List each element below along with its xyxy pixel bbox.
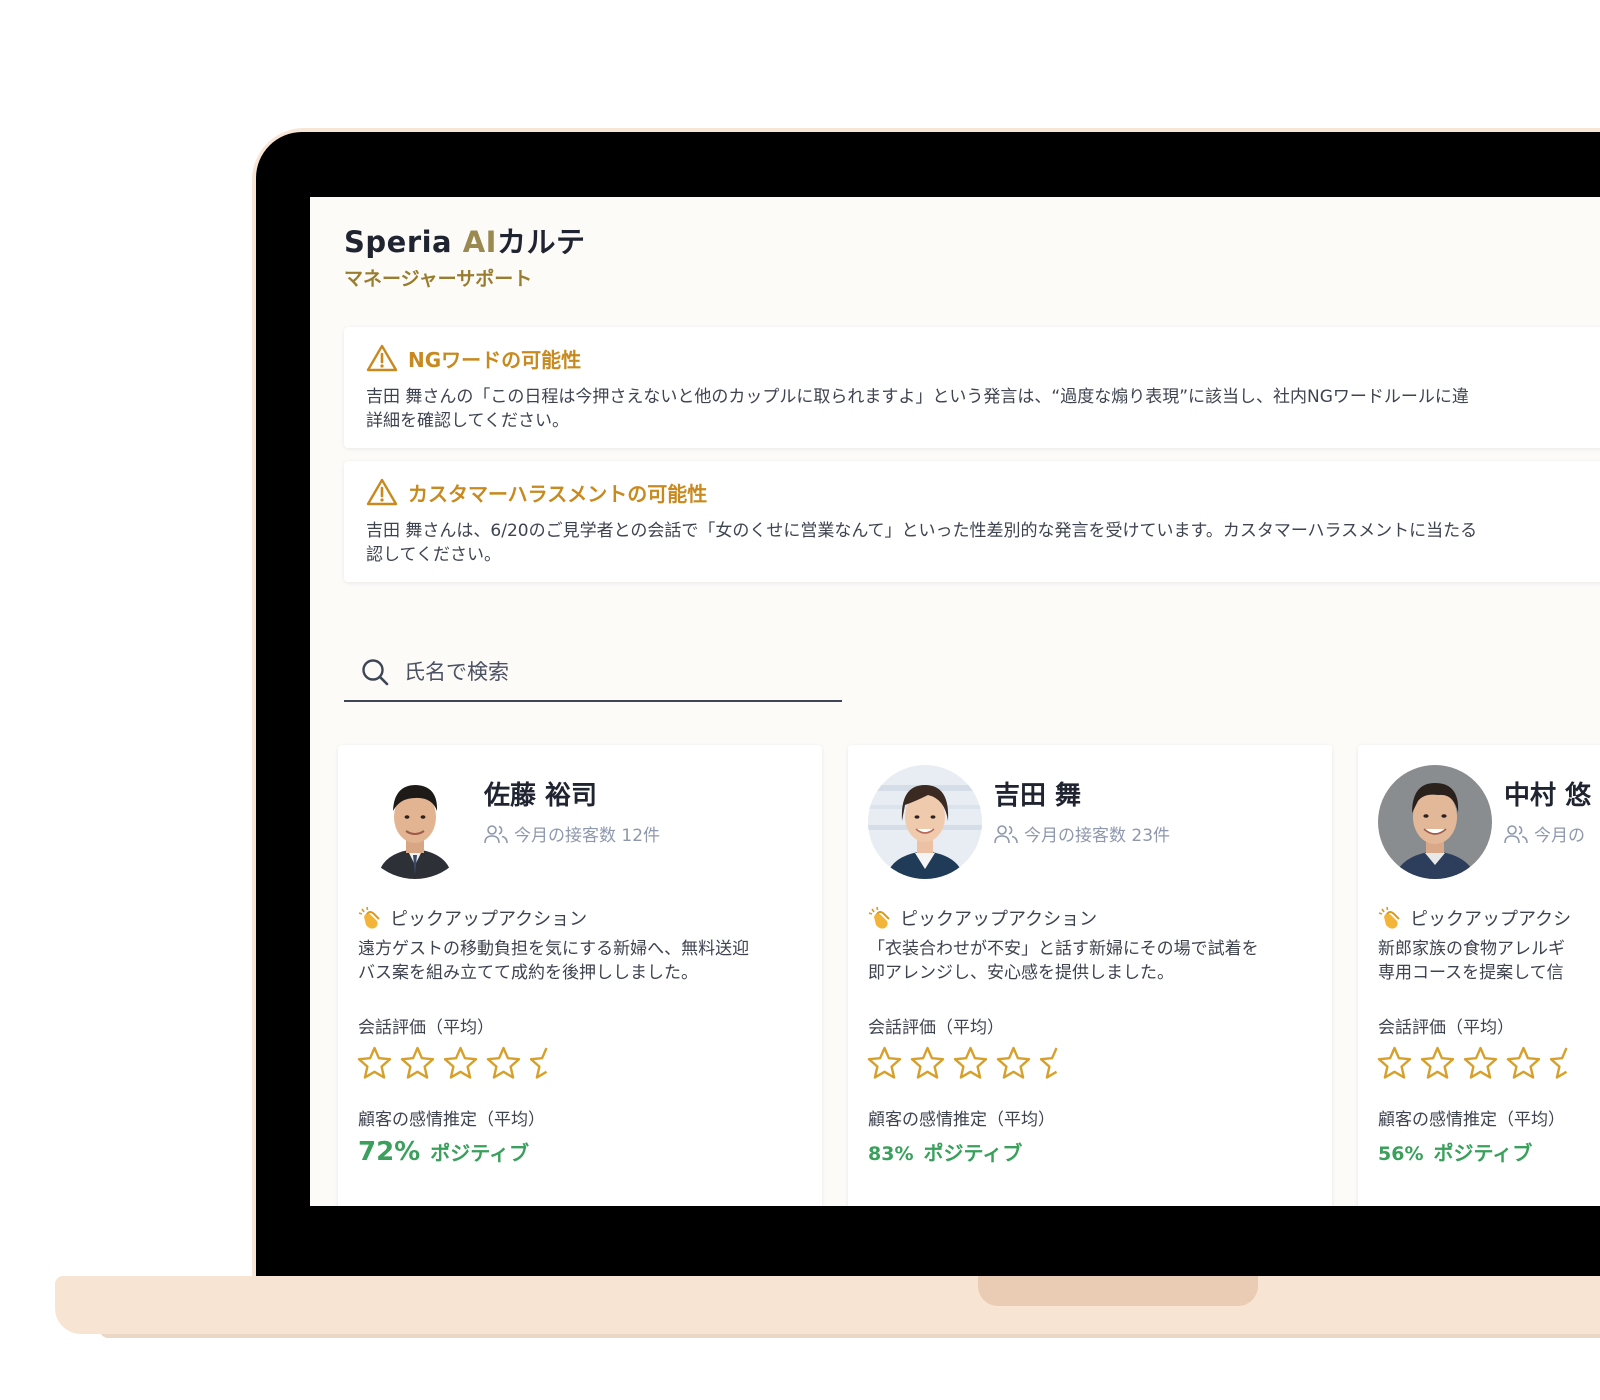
avatar [1378, 765, 1492, 879]
sentiment-score: 83% ポジティブ [868, 1137, 1022, 1166]
pickup-action-text: 「衣装合わせが不安」と話す新婦にその場で試着を 即アレンジし、安心感を提供しまし… [868, 939, 1259, 983]
half-star-icon [1039, 1047, 1058, 1079]
warning-triangle-icon [366, 344, 398, 372]
customer-emotion-label: 顧客の感情推定（平均） [1378, 1110, 1565, 1130]
employee-name: 中村 悠 [1504, 781, 1592, 811]
star-rating [1376, 1045, 1585, 1082]
app-subtitle: マネージャーサポート [344, 268, 533, 290]
sentiment-score: 56% ポジティブ [1378, 1137, 1532, 1166]
star-icon [443, 1046, 478, 1079]
pickup-action-label: ピックアップアクション [900, 909, 1098, 930]
brand-ai: AI [462, 225, 497, 259]
avatar [358, 765, 472, 879]
laptop-mockup: Speria AIカルテ マネージャーサポート NGワードの可能性 吉田 舞さん… [0, 0, 1600, 1400]
people-icon [1504, 824, 1528, 843]
sentiment-percent: 83% [868, 1143, 914, 1165]
people-icon [484, 824, 508, 843]
conversation-rating-label: 会話評価（平均） [868, 1018, 1004, 1038]
star-icon [1506, 1046, 1541, 1079]
app-screen: Speria AIカルテ マネージャーサポート NGワードの可能性 吉田 舞さん… [310, 197, 1600, 1206]
monthly-visits-text: 今月の接客数 23件 [1024, 826, 1171, 846]
star-icon [400, 1046, 435, 1079]
alert-title: カスタマーハラスメントの可能性 [408, 481, 708, 506]
monthly-visits-text: 今月の [1534, 826, 1585, 846]
pickup-action-header: ピックアップアクション [868, 905, 1097, 931]
pickup-action-header: ピックアップアクシ [1378, 905, 1571, 931]
employee-card[interactable]: 中村 悠 今月の ピックアップアクシ 新郎家族の食物アレルギ 専用コースを提案し… [1358, 745, 1600, 1206]
star-icon [953, 1046, 988, 1079]
clapping-hands-icon [358, 906, 380, 929]
employee-name: 吉田 舞 [994, 781, 1082, 811]
customer-emotion-label: 顧客の感情推定（平均） [868, 1110, 1055, 1130]
monthly-visits: 今月の接客数 23件 [994, 821, 1170, 846]
employee-card[interactable]: 佐藤 裕司 今月の接客数 12件 ピックアップアクション 遠方ゲストの移動負担を… [338, 745, 822, 1206]
half-star-icon [529, 1047, 548, 1079]
alert-body-line: 吉田 舞さんの「この日程は今押さえないと他のカップルに取られますよ」という発言は… [366, 387, 1469, 407]
alert-body-line: 詳細を確認してください。 [366, 411, 569, 431]
pickup-action-text: 新郎家族の食物アレルギ 専用コースを提案して信 [1378, 939, 1565, 983]
star-icon [996, 1046, 1031, 1079]
alert-header: NGワードの可能性 [366, 343, 581, 373]
alert-body-line: 吉田 舞さんは、6/20のご見学者との会話で「女のくせに営業なんて」といった性差… [366, 521, 1478, 541]
star-icon [1463, 1046, 1498, 1079]
warning-triangle-icon [366, 478, 398, 506]
alert-customer-harassment[interactable]: カスタマーハラスメントの可能性 吉田 舞さんは、6/20のご見学者との会話で「女… [344, 461, 1600, 582]
pickup-action-label: ピックアップアクション [390, 909, 588, 930]
monthly-visits: 今月の接客数 12件 [484, 821, 660, 846]
laptop-base [55, 1276, 1600, 1334]
employee-name: 佐藤 裕司 [484, 781, 598, 811]
alert-body-line: 認してください。 [366, 545, 501, 565]
conversation-rating-label: 会話評価（平均） [358, 1018, 494, 1038]
star-icon [486, 1046, 521, 1079]
employee-card[interactable]: 吉田 舞 今月の接客数 23件 ピックアップアクション 「衣装合わせが不安」と話… [848, 745, 1332, 1206]
alert-body: 吉田 舞さんは、6/20のご見学者との会話で「女のくせに営業なんて」といった性差… [366, 519, 1600, 567]
search-icon [362, 659, 389, 686]
brand-header: Speria AIカルテ マネージャーサポート [344, 219, 585, 291]
star-icon [1420, 1046, 1455, 1079]
star-icon [1377, 1046, 1412, 1079]
sentiment-percent: 72% [358, 1137, 421, 1167]
alert-header: カスタマーハラスメントの可能性 [366, 477, 707, 507]
sentiment-label: ポジティブ [430, 1141, 530, 1165]
star-icon [910, 1046, 945, 1079]
sentiment-label: ポジティブ [923, 1141, 1023, 1165]
sentiment-percent: 56% [1378, 1143, 1424, 1165]
pickup-action-label: ピックアップアクシ [1410, 909, 1572, 930]
laptop-notch [978, 1276, 1258, 1306]
customer-emotion-label: 顧客の感情推定（平均） [358, 1110, 545, 1130]
app-title: Speria AIカルテ [344, 219, 585, 261]
alert-title: NGワードの可能性 [408, 347, 582, 372]
brand-name: Speria [344, 225, 453, 259]
star-icon [867, 1046, 902, 1079]
search-input[interactable] [402, 659, 826, 685]
brand-karte: カルテ [496, 225, 586, 259]
alert-ng-word[interactable]: NGワードの可能性 吉田 舞さんの「この日程は今押さえないと他のカップルに取られ… [344, 327, 1600, 448]
monthly-visits-text: 今月の接客数 12件 [514, 826, 661, 846]
clapping-hands-icon [1378, 906, 1400, 929]
clapping-hands-icon [868, 906, 890, 929]
star-rating [356, 1045, 565, 1082]
sentiment-score: 72% ポジティブ [358, 1137, 529, 1167]
people-icon [994, 824, 1018, 843]
pickup-action-header: ピックアップアクション [358, 905, 587, 931]
conversation-rating-label: 会話評価（平均） [1378, 1018, 1514, 1038]
alert-body: 吉田 舞さんの「この日程は今押さえないと他のカップルに取られますよ」という発言は… [366, 385, 1600, 433]
avatar [868, 765, 982, 879]
half-star-icon [1549, 1047, 1568, 1079]
pickup-action-text: 遠方ゲストの移動負担を気にする新婦へ、無料送迎 バス案を組み立てて成約を後押しし… [358, 939, 750, 983]
name-search[interactable] [344, 644, 842, 702]
sentiment-label: ポジティブ [1433, 1141, 1533, 1165]
star-icon [357, 1046, 392, 1079]
monthly-visits: 今月の [1504, 821, 1585, 846]
star-rating [866, 1045, 1075, 1082]
